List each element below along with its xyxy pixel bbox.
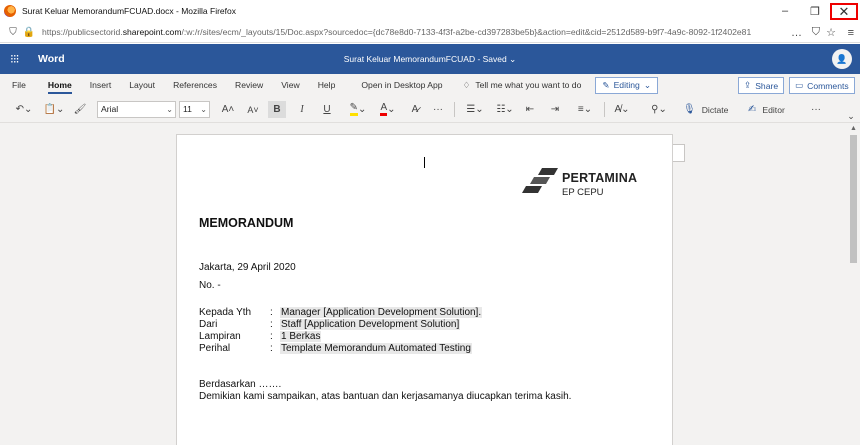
field-label-lampiran: Lampiran [199,331,241,342]
tab-references[interactable]: References [173,74,217,96]
shrink-font-icon[interactable]: A˅ [245,101,261,118]
more-options-button[interactable]: ··· [806,101,826,118]
field-value-dari: Staff [Application Development Solution] [280,319,461,330]
chevron-down-icon: ⌄ [166,105,173,114]
memo-title: MEMORANDUM [199,216,294,230]
pencil-icon: ✎ [602,79,610,90]
firefox-logo-icon [4,5,16,17]
page-side-tab [673,144,685,162]
pocket-icon[interactable]: ⛉ [812,22,820,43]
field-colon: : [270,307,273,318]
microphone-icon: 🎙 [683,104,696,115]
highlight-icon[interactable]: ✎ ⌄ [346,101,370,118]
share-icon: ⇪ [744,80,752,90]
styles-icon[interactable]: A̸⌄ [610,101,634,118]
word-header: ⁝⁝⁝ Word Surat Keluar MemorandumFCUAD - … [0,44,860,74]
dictate-label: Dictate [701,104,729,115]
tab-view[interactable]: View [281,74,299,96]
body-paragraph-2: Demikian kami sampaikan, atas bantuan da… [199,391,572,402]
dictate-button[interactable]: 🎙 Dictate [683,101,743,118]
tab-home[interactable]: Home [47,74,72,96]
vertical-scrollbar[interactable]: ▲ [848,123,860,445]
browser-title-bar: Surat Keluar MemorandumFCUAD.docx - Mozi… [0,0,860,22]
find-icon[interactable]: ⚲⌄ [646,101,672,118]
ribbon-tabs: File Home Insert Layout References Revie… [0,74,860,96]
format-painter-icon[interactable]: 🖌 [72,101,88,118]
lightbulb-icon: ♢ [462,79,471,90]
tell-me-label: Tell me what you want to do [475,80,582,90]
address-bar[interactable]: ⛉ 🔒 https://publicsectorid.sharepoint.co… [0,22,860,43]
editor-icon: ✍ [748,104,757,115]
document-title[interactable]: Surat Keluar MemorandumFCUAD - Saved ⌄ [0,54,860,65]
font-name-select[interactable]: Arial ⌄ [97,101,176,118]
more-font-options-icon[interactable]: ··· [430,101,446,118]
field-colon: : [270,319,273,330]
field-label-dari: Dari [199,319,218,330]
formatting-toolbar: ↶⌄ 📋⌄ 🖌 Arial ⌄ 11 ⌄ A˄ A˅ B I U ✎ ⌄ A ⌄ A… [0,96,860,123]
place-date: Jakarta, 29 April 2020 [199,262,296,273]
field-value-perihal: Template Memorandum Automated Testing [280,343,472,354]
chevron-down-icon: ⌄ [200,105,207,114]
maximize-button[interactable]: ❐ [800,0,830,22]
comments-label: Comments [807,80,849,91]
hamburger-menu-icon[interactable]: ≡ [848,22,854,43]
tab-file[interactable]: File [12,74,26,96]
field-colon: : [270,331,273,342]
minimize-button[interactable]: – [770,0,800,22]
tab-insert[interactable]: Insert [90,74,112,96]
grow-font-icon[interactable]: A˄ [220,101,236,118]
editing-label: Editing [613,80,640,90]
scroll-up-icon[interactable]: ▲ [850,125,857,132]
undo-icon[interactable]: ↶⌄ [12,101,36,118]
font-size-value: 11 [183,104,192,114]
editor-button[interactable]: ✍ Editor [748,101,798,118]
italic-button[interactable]: I [294,101,310,118]
logo-name: PERTAMINA [562,171,638,185]
logo-subtitle: EP CEPU [562,187,604,198]
clear-formatting-icon[interactable]: A̷ [406,101,424,118]
font-size-select[interactable]: 11 ⌄ [179,101,210,118]
window-title: Surat Keluar MemorandumFCUAD.docx - Mozi… [22,6,236,16]
decrease-indent-icon[interactable]: ⇤ [521,101,539,118]
lock-icon[interactable]: 🔒 [22,25,36,39]
share-label: Share [755,80,779,91]
paste-icon[interactable]: 📋⌄ [42,101,66,118]
field-label-perihal: Perihal [199,343,231,354]
chevron-down-icon: ⌄ [643,79,652,90]
numbering-icon[interactable]: ☷⌄ [492,101,518,118]
bold-button[interactable]: B [268,101,286,118]
tab-help[interactable]: Help [318,74,336,96]
pertamina-logo: PERTAMINA EP CEPU [520,168,640,200]
bookmark-star-icon[interactable]: ☆ [826,22,836,43]
scrollbar-thumb[interactable] [850,135,857,263]
body-paragraph-1: Berdasarkan ……. [199,379,282,390]
bullets-icon[interactable]: ☰⌄ [462,101,488,118]
editing-mode-button[interactable]: ✎ Editing ⌄ [595,76,659,94]
share-button[interactable]: ⇪ Share [738,77,785,94]
align-icon[interactable]: ≡⌄ [572,101,598,118]
tab-review[interactable]: Review [235,74,263,96]
tab-layout[interactable]: Layout [129,74,155,96]
memo-number: No. - [199,280,221,291]
field-label-kepada: Kepada Yth [199,307,252,318]
field-colon: : [270,343,273,354]
shield-icon[interactable]: ⛉ [6,25,20,39]
pertamina-mark-icon [522,168,558,193]
font-color-icon[interactable]: A ⌄ [376,101,400,118]
text-cursor [424,157,425,168]
comments-button[interactable]: ▭ Comments [789,77,855,94]
open-desktop-button[interactable]: Open in Desktop App [361,74,442,96]
increase-indent-icon[interactable]: ⇥ [546,101,564,118]
underline-button[interactable]: U [319,101,335,118]
avatar[interactable]: 👤 [832,49,852,69]
editor-label: Editor [762,104,785,115]
field-value-kepada: Manager [Application Development Solutio… [280,307,483,318]
close-window-button[interactable]: ✕ [830,3,858,20]
comment-icon: ▭ [795,80,804,90]
font-name-value: Arial [101,104,119,114]
tell-me-search[interactable]: ♢ Tell me what you want to do [463,80,582,91]
field-value-lampiran: 1 Berkas [280,331,322,342]
url-text[interactable]: https://publicsectorid.sharepoint.com/:w… [42,27,784,37]
page-actions-icon[interactable]: … [791,22,802,43]
